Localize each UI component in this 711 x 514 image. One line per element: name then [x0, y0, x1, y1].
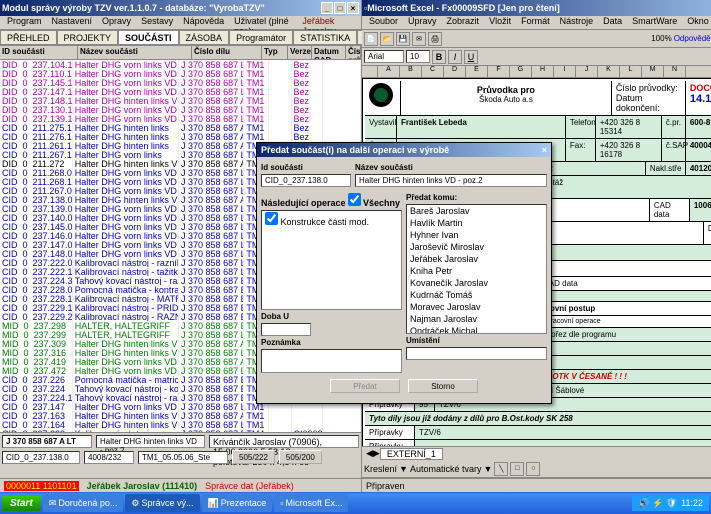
- min-btn[interactable]: _: [321, 2, 333, 14]
- tzv-menubar[interactable]: ProgramNastaveníOpravySestavyNápověda Už…: [0, 16, 361, 30]
- max-btn[interactable]: □: [334, 2, 346, 14]
- excel-draw-toolbar[interactable]: Kreslení▼ Automatické tvary▼ ╲□○: [362, 460, 711, 478]
- excel-col-headers[interactable]: ABCDEFGHIJKLMN: [362, 66, 711, 78]
- table-row[interactable]: DID_0_237.147.1Halter DHG vorn links VDJ…: [0, 87, 361, 96]
- dlg-pozn[interactable]: [261, 349, 402, 373]
- list-item[interactable]: Jeřábek Jaroslav: [407, 253, 546, 265]
- list-item[interactable]: Kniha Petr: [407, 265, 546, 277]
- tab-projekty: PROJEKTY: [57, 30, 119, 45]
- task-spravce[interactable]: ⚙ Správce vý...: [125, 494, 199, 512]
- table-row[interactable]: DID_0_237.148.1Halter DHG hinten links V…: [0, 96, 361, 105]
- table-row[interactable]: DID_0_237.104.1Halter DHG vorn links VDJ…: [0, 60, 361, 69]
- dlg-doba[interactable]: [261, 323, 311, 336]
- bp-name[interactable]: Halter DHG hinten links VD - poz.2: [96, 435, 205, 448]
- excel-titlebar: ▫ Microsoft Excel - Fx00009SFD [Jen pro …: [362, 0, 711, 16]
- dlg-name[interactable]: Halter DHG hinten links VD - poz.2: [355, 174, 547, 187]
- task-outlook[interactable]: ✉ Doručená po...: [43, 494, 124, 512]
- table-row[interactable]: CID_0_211.276.1Halter DHG hinten linksJ …: [0, 132, 361, 141]
- tray-icons[interactable]: 🔊 ⚡ 🛡: [638, 498, 677, 509]
- op-list[interactable]: Konstrukce části mod.: [261, 210, 402, 310]
- tab-soucasti: SOUČÁSTI: [118, 30, 179, 45]
- tab-stat: STATISTIKA: [293, 30, 357, 45]
- bp-id[interactable]: J 370 858 687 A LT: [2, 435, 92, 448]
- tzv-tabs[interactable]: PŘEHLED PROJEKTY SOUČÁSTI ZÁSOBA Program…: [0, 30, 361, 46]
- task-excel[interactable]: ▫ Microsoft Ex...: [274, 494, 348, 512]
- table-row[interactable]: DID_0_237.110.1Halter DHG vorn links VDJ…: [0, 69, 361, 78]
- list-item[interactable]: Ondráček Michal: [407, 325, 546, 334]
- skoda-logo: [369, 83, 393, 107]
- task-prezentace[interactable]: 📊 Prezentace: [202, 494, 273, 512]
- btn-505-200[interactable]: 505/200: [279, 450, 322, 464]
- excel-menu[interactable]: SouborÚpravyZobrazitVložitFormátNástroje…: [362, 16, 711, 30]
- btn-predat[interactable]: Předat: [330, 379, 400, 393]
- tab-zasoba: ZÁSOBA: [179, 30, 230, 45]
- bottom-panel: J 370 858 687 A LT Halter DHG hinten lin…: [0, 432, 361, 478]
- clock: 11:22: [681, 498, 703, 508]
- excel-status: Připraven 123: [362, 478, 711, 492]
- list-item[interactable]: Jaroševič Miroslav: [407, 241, 546, 253]
- taskbar[interactable]: Start ✉ Doručená po... ⚙ Správce vý... 📊…: [0, 492, 711, 514]
- sheet-tabs[interactable]: ◀▶ EXTERNÍ_1: [362, 446, 711, 460]
- list-item[interactable]: Moravec Jaroslav: [407, 301, 546, 313]
- list-item[interactable]: Kovanečík Jaroslav: [407, 277, 546, 289]
- chk-vsechny[interactable]: [348, 193, 361, 206]
- bp-tooltip: Krivánčík Jaroslav (70906), 15.06.2006 5…: [209, 435, 359, 448]
- tab-prehled: PŘEHLED: [0, 30, 57, 45]
- dlg-id[interactable]: CID_0_237.138.0: [261, 174, 351, 187]
- excel-toolbar1[interactable]: 📄📂💾✉🖨 100% Odpovědět se změnami...: [362, 30, 711, 48]
- btn-505-222[interactable]: 505/222: [232, 450, 275, 464]
- btn-storno[interactable]: Storno: [408, 379, 478, 393]
- system-tray[interactable]: 🔊 ⚡ 🛡 11:22: [632, 496, 709, 511]
- table-row[interactable]: DID_0_237.145.1Halter DHG vorn links VDJ…: [0, 78, 361, 87]
- grid-header: ID součásti Název součásti Číslo dílu Ty…: [0, 46, 361, 60]
- tab-prog: Programátor: [229, 30, 293, 45]
- dlg-umis[interactable]: [406, 347, 547, 360]
- list-item[interactable]: Hyhner Ivan: [407, 229, 546, 241]
- close-btn[interactable]: ×: [347, 2, 359, 14]
- list-item[interactable]: Havlík Martin: [407, 217, 546, 229]
- excel-toolbar2[interactable]: Arial 10 BIU: [362, 48, 711, 66]
- list-item[interactable]: Bareš Jaroslav: [407, 205, 546, 217]
- table-row[interactable]: CID_0_237.163Halter DHG hinten links VDJ…: [0, 411, 361, 420]
- table-row[interactable]: CID_0_237.164Halter DHG hinten links VD …: [0, 420, 361, 429]
- list-item[interactable]: Najman Jaroslav: [407, 313, 546, 325]
- table-row[interactable]: CID_0_211.275.1Halter DHG hinten linksJ …: [0, 123, 361, 132]
- table-row[interactable]: DID_0_237.139.1Halter DHG vorn links VDJ…: [0, 114, 361, 123]
- table-row[interactable]: DID_0_237.130.1Halter DHG vorn links VDJ…: [0, 105, 361, 114]
- list-item[interactable]: Kudrnáč Tomáš: [407, 289, 546, 301]
- tzv-status: 0000011 1101101 Jeřábek Jaroslav (111410…: [0, 478, 361, 492]
- tzv-titlebar: Modul správy výroby TZV ver.1.1.0.7 - da…: [0, 0, 361, 16]
- dialog-close[interactable]: ×: [542, 145, 547, 155]
- people-list[interactable]: Bareš JaroslavHavlík MartinHyhner IvanJa…: [406, 204, 547, 334]
- start-button[interactable]: Start: [2, 496, 41, 511]
- dialog-title: Předat součást(i) na další operaci ve vý…: [261, 145, 542, 155]
- predat-dialog: Předat součást(i) na další operaci ve vý…: [256, 142, 552, 404]
